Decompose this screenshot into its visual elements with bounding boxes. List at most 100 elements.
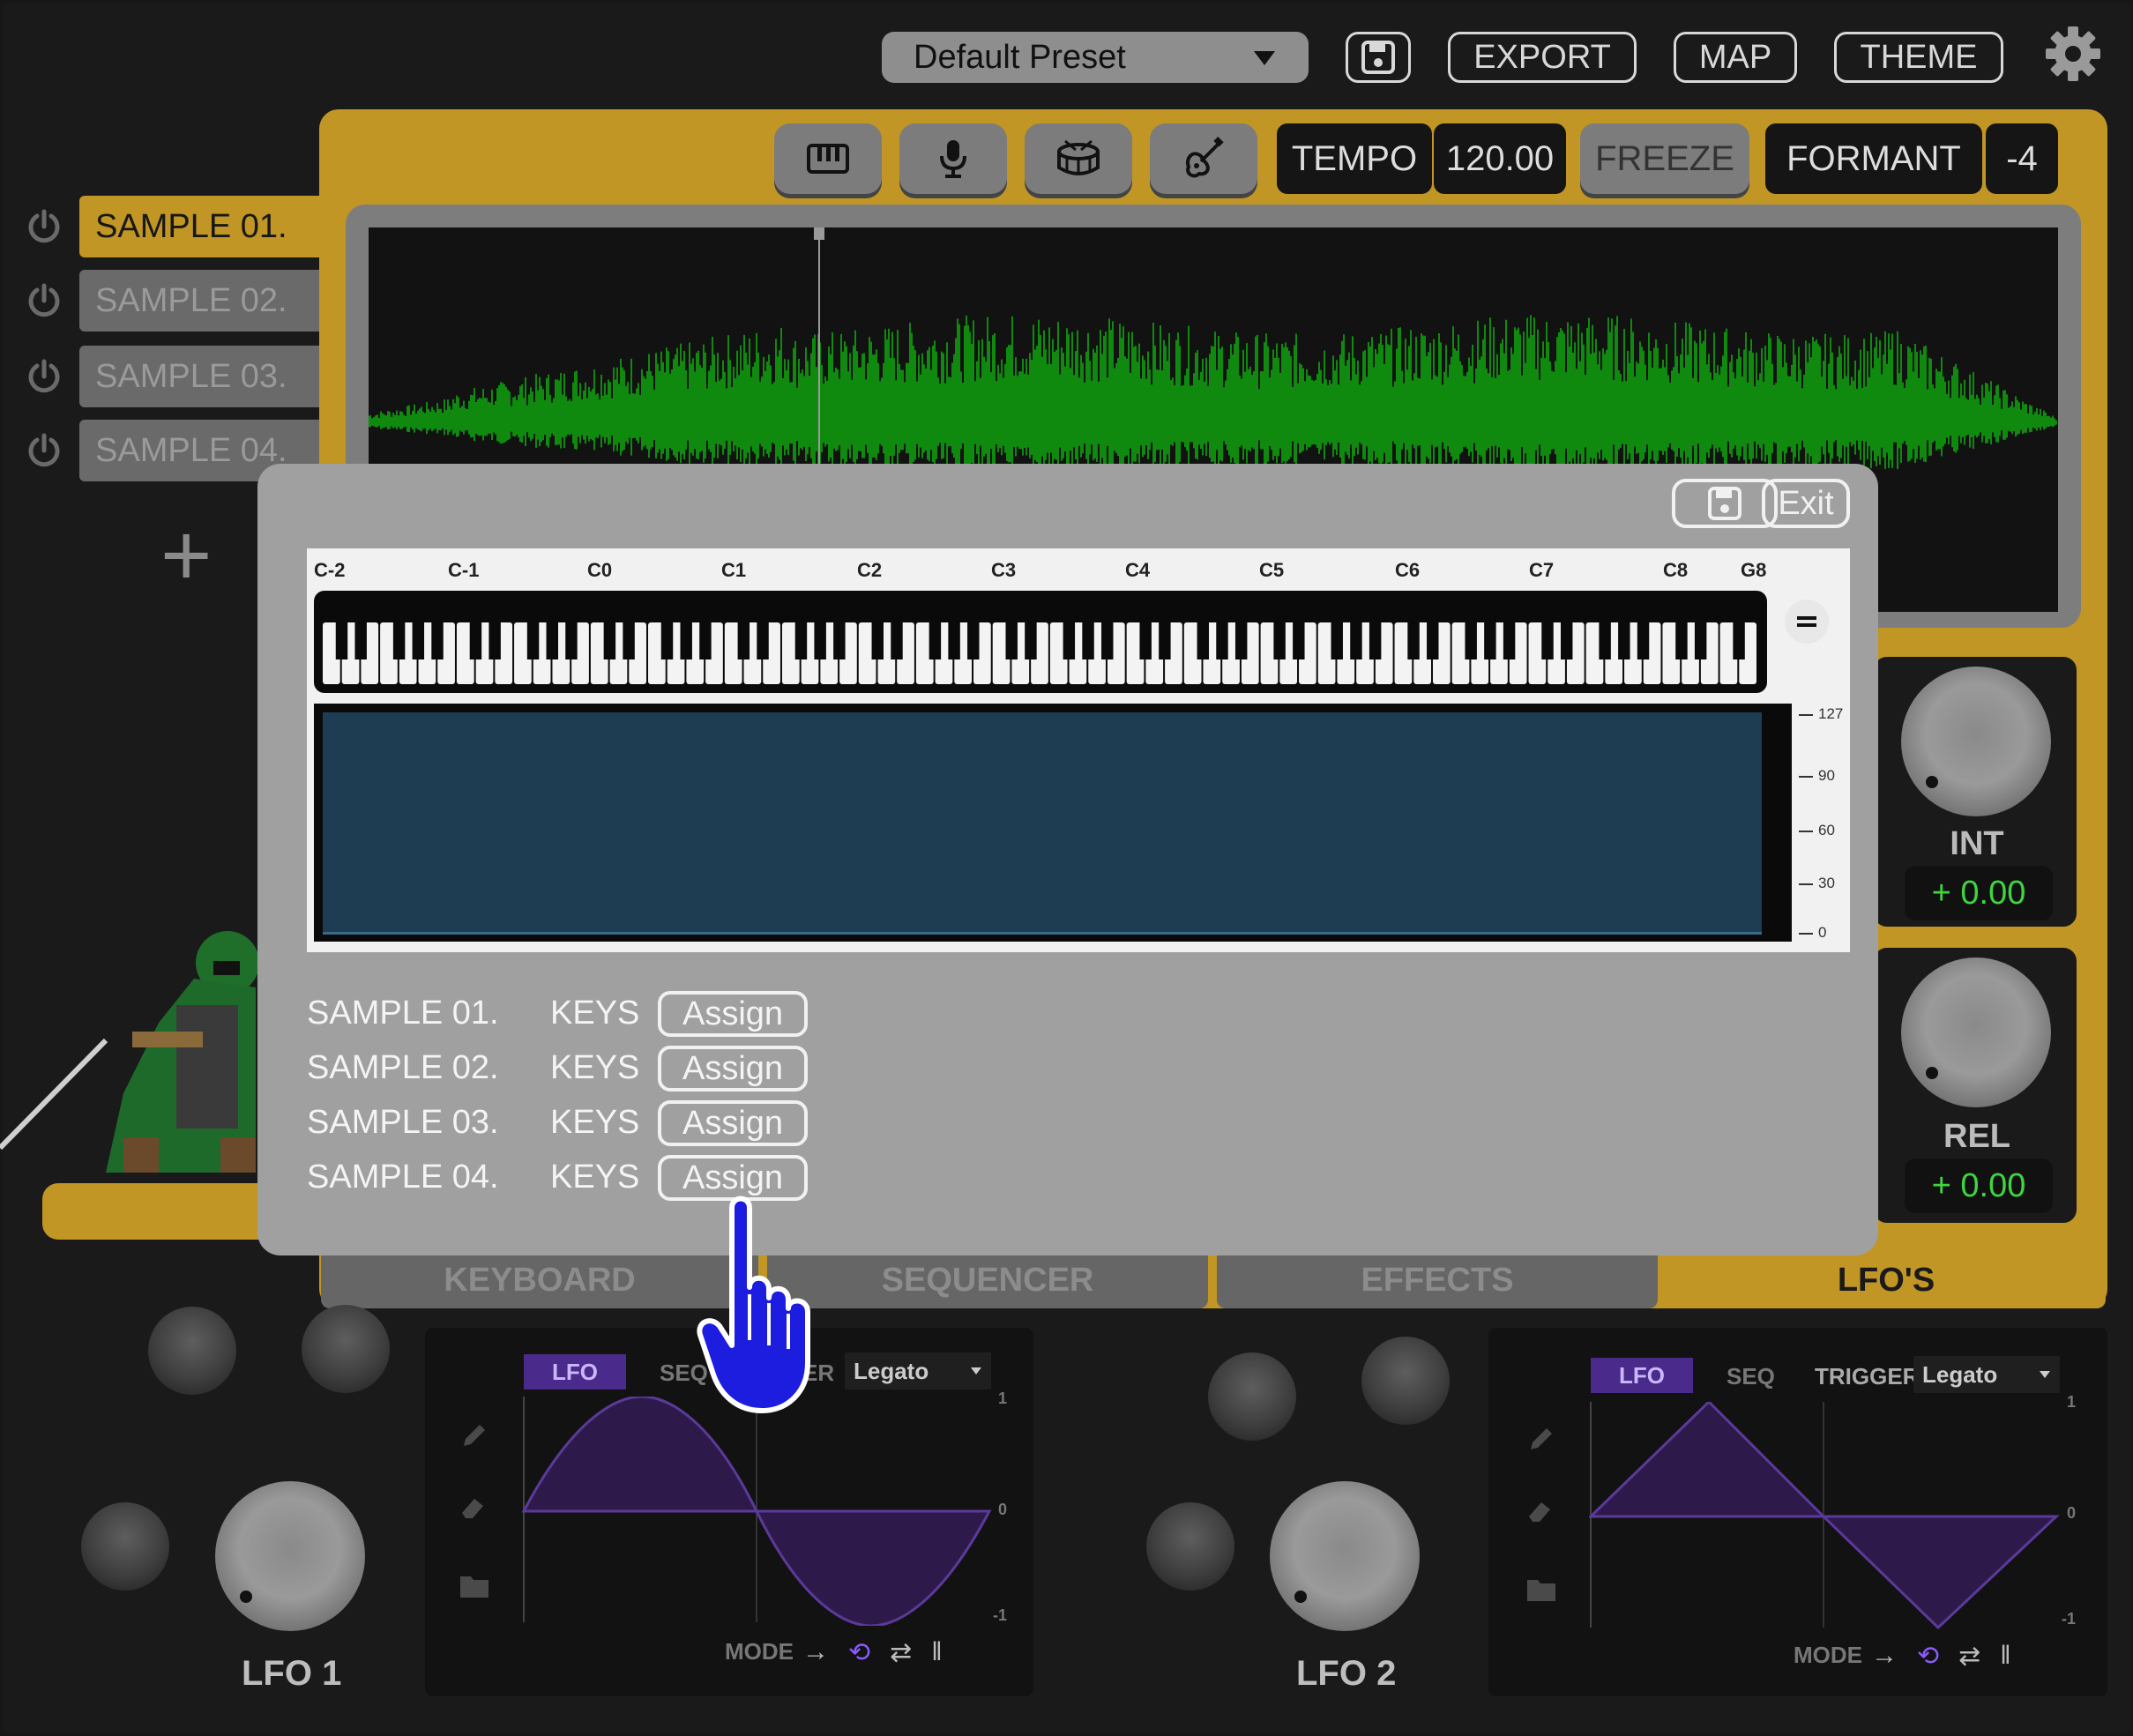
black-key[interactable]	[929, 622, 942, 659]
lfo2-waveform[interactable]	[1589, 1402, 2065, 1631]
loop-icon[interactable]: ⟲	[1917, 1641, 1939, 1672]
lfo1-knob-c[interactable]	[81, 1502, 169, 1591]
tab-effects[interactable]: EFFECTS	[1217, 1252, 1658, 1308]
rel-knob[interactable]	[1901, 957, 2051, 1107]
black-key[interactable]	[1005, 622, 1018, 659]
lfo2-tab-lfo[interactable]: LFO	[1591, 1358, 1693, 1393]
formant-value[interactable]: -4	[1986, 123, 2058, 194]
theme-button[interactable]: THEME	[1834, 32, 2003, 83]
black-key[interactable]	[1407, 622, 1420, 659]
black-key[interactable]	[546, 622, 558, 659]
black-key[interactable]	[1427, 622, 1439, 659]
lfo1-eraser-button[interactable]	[459, 1492, 487, 1524]
lfo2-knob-a[interactable]	[1208, 1352, 1296, 1441]
vocal-mode-button[interactable]	[899, 123, 1007, 194]
black-key[interactable]	[1273, 622, 1286, 659]
black-key[interactable]	[1101, 622, 1114, 659]
lfo1-rate-knob[interactable]	[215, 1481, 365, 1631]
black-key[interactable]	[814, 622, 826, 659]
rel-value[interactable]: + 0.00	[1905, 1159, 2053, 1213]
black-key[interactable]	[680, 622, 692, 659]
lfo1-pencil-button[interactable]	[459, 1419, 487, 1451]
tempo-value[interactable]: 120.00	[1434, 123, 1566, 194]
black-key[interactable]	[1465, 622, 1477, 659]
playhead-handle[interactable]	[814, 227, 824, 240]
sample-slot[interactable]: SAMPLE 01.	[79, 196, 319, 257]
black-key[interactable]	[794, 622, 808, 659]
tab-keyboard[interactable]: KEYBOARD	[321, 1252, 758, 1308]
sample-power-toggle[interactable]	[25, 357, 63, 396]
black-key[interactable]	[1063, 622, 1076, 659]
black-key[interactable]	[1350, 622, 1362, 659]
lfo1-knob-a[interactable]	[148, 1307, 236, 1395]
lfo2-knob-c[interactable]	[1146, 1502, 1234, 1591]
black-key[interactable]	[412, 622, 425, 659]
black-key[interactable]	[1331, 622, 1343, 659]
black-key[interactable]	[392, 622, 406, 659]
black-key[interactable]	[1216, 622, 1228, 659]
assign-button[interactable]: Assign	[658, 1046, 808, 1092]
black-key[interactable]	[660, 622, 674, 659]
lfo1-tab-lfo[interactable]: LFO	[524, 1354, 626, 1390]
pingpong-icon[interactable]: ⇄	[1958, 1641, 1980, 1672]
lfo2-tab-seq[interactable]: SEQ	[1727, 1363, 1775, 1390]
velocity-range[interactable]	[323, 712, 1762, 935]
lfo2-eraser-button[interactable]	[1525, 1495, 1554, 1527]
pause-icon[interactable]: ‖	[931, 1637, 942, 1667]
black-key[interactable]	[1484, 622, 1496, 659]
black-key[interactable]	[489, 622, 501, 659]
drum-mode-button[interactable]	[1025, 123, 1132, 194]
black-key[interactable]	[603, 622, 616, 659]
lfo2-knob-b[interactable]	[1361, 1337, 1450, 1425]
pingpong-icon[interactable]: ⇄	[890, 1637, 912, 1668]
int-value[interactable]: + 0.00	[1905, 866, 2053, 920]
oneshot-icon[interactable]: →	[1871, 1641, 1898, 1671]
instrument-mode-button[interactable]	[1150, 123, 1257, 194]
piano-keys[interactable]	[314, 591, 1767, 693]
black-key[interactable]	[891, 622, 903, 659]
black-key[interactable]	[1618, 622, 1630, 659]
save-preset-button[interactable]	[1346, 32, 1411, 83]
lfo2-pencil-button[interactable]	[1525, 1423, 1554, 1455]
black-key[interactable]	[335, 622, 348, 659]
black-key[interactable]	[1025, 622, 1037, 659]
add-sample-button[interactable]: +	[160, 511, 212, 600]
black-key[interactable]	[354, 622, 367, 659]
assign-button[interactable]: Assign	[658, 1100, 808, 1146]
black-key[interactable]	[1234, 622, 1248, 659]
black-key[interactable]	[833, 622, 846, 659]
freeze-button[interactable]: FREEZE	[1580, 123, 1749, 194]
black-key[interactable]	[757, 622, 769, 659]
black-key[interactable]	[1733, 622, 1745, 659]
piano-keyboard[interactable]	[314, 591, 1767, 693]
oneshot-icon[interactable]: →	[802, 1637, 829, 1667]
lfo2-rate-knob[interactable]	[1270, 1481, 1420, 1631]
dialog-exit-button[interactable]: Exit	[1762, 479, 1850, 528]
black-key[interactable]	[1503, 622, 1516, 659]
settings-button[interactable]	[2044, 25, 2102, 83]
black-key[interactable]	[526, 622, 540, 659]
black-key[interactable]	[1369, 622, 1382, 659]
black-key[interactable]	[1637, 622, 1650, 659]
black-key[interactable]	[469, 622, 482, 659]
black-key[interactable]	[623, 622, 635, 659]
black-key[interactable]	[699, 622, 712, 659]
black-key[interactable]	[1560, 622, 1573, 659]
zoom-reset-button[interactable]	[1785, 600, 1829, 644]
black-key[interactable]	[1139, 622, 1152, 659]
black-key[interactable]	[737, 622, 750, 659]
black-key[interactable]	[1159, 622, 1171, 659]
sample-power-toggle[interactable]	[25, 207, 63, 246]
black-key[interactable]	[1599, 622, 1611, 659]
loop-icon[interactable]: ⟲	[848, 1637, 870, 1668]
lfo2-trigger-dropdown[interactable]: Legato	[1913, 1356, 2060, 1393]
lfo1-waveform[interactable]	[522, 1397, 998, 1626]
keyboard-mode-button[interactable]	[774, 123, 882, 194]
black-key[interactable]	[431, 622, 444, 659]
black-key[interactable]	[1293, 622, 1305, 659]
map-button[interactable]: MAP	[1674, 32, 1797, 83]
black-key[interactable]	[1082, 622, 1094, 659]
lfo2-folder-button[interactable]	[1525, 1576, 1557, 1603]
assign-button[interactable]: Assign	[658, 991, 808, 1037]
sample-slot[interactable]: SAMPLE 02.	[79, 270, 319, 332]
